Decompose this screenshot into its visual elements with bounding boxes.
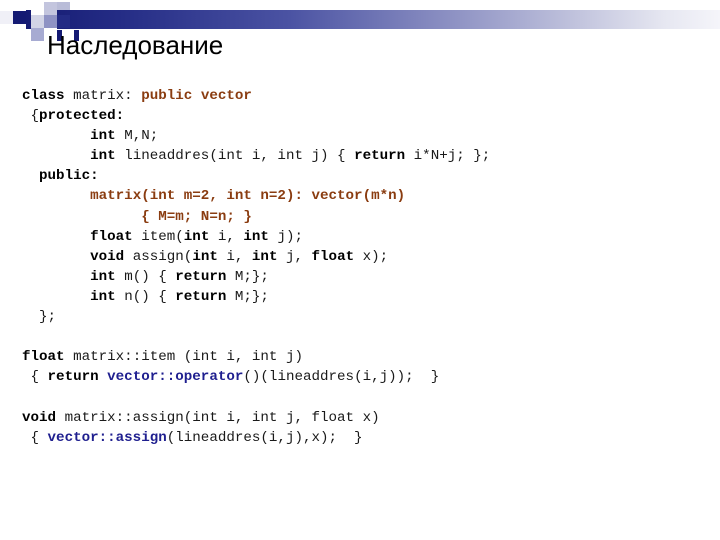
code-span — [22, 168, 39, 184]
code-span: { — [22, 429, 48, 446]
code-span: }; — [22, 309, 57, 326]
code-span: { — [22, 108, 40, 125]
code-span — [22, 188, 90, 204]
code-span: void — [90, 248, 133, 265]
deco-square-light-2 — [57, 2, 70, 10]
code-line: public: — [22, 166, 702, 186]
code-listing: class matrix: public vector {protected: … — [22, 86, 702, 448]
code-span: int — [90, 148, 125, 165]
deco-square-pale-1 — [31, 15, 44, 28]
code-line: { M=m; N=n; } — [22, 207, 702, 227]
code-span: { M=m; N=n; } — [141, 208, 252, 225]
code-span: return — [47, 369, 108, 386]
code-span: i*N+j; }; — [413, 148, 491, 165]
deco-square-dark-2 — [57, 15, 70, 28]
header-gradient-bar — [26, 10, 720, 29]
code-span: matrix::assign(int i, int j, float x) — [64, 409, 380, 426]
code-span: matrix::item (int i, int j) — [73, 349, 303, 366]
code-line: void assign(int i, int j, float x); — [22, 247, 702, 267]
code-span: int — [251, 248, 286, 265]
code-span: return — [175, 268, 235, 285]
code-span: int — [183, 228, 218, 245]
code-span — [22, 229, 90, 245]
code-line: { return vector::operator()(lineaddres(i… — [22, 367, 702, 387]
code-span: int — [90, 128, 125, 145]
code-span: public vector — [141, 88, 252, 104]
code-span: int — [192, 248, 227, 265]
code-line: int lineaddres(int i, int j) { return i*… — [22, 146, 702, 166]
code-span: int — [90, 268, 125, 285]
code-line: class matrix: public vector — [22, 86, 702, 106]
code-line: float item(int i, int j); — [22, 227, 702, 247]
code-line: {protected: — [22, 106, 702, 126]
deco-square-light-1 — [44, 2, 57, 15]
code-span: int — [243, 228, 278, 245]
code-span: float — [311, 248, 363, 265]
code-span: float — [90, 228, 142, 245]
code-span: assign( — [132, 248, 193, 265]
code-span: matrix(int m=2, int n=2): vector(m*n) — [90, 188, 406, 205]
deco-square-mid-1 — [31, 28, 44, 41]
code-span: return — [175, 288, 235, 305]
code-span: i, — [217, 228, 244, 245]
code-span: M,N; — [124, 128, 159, 145]
code-span: M;}; — [234, 268, 269, 285]
code-line: int m() { return M;}; — [22, 267, 702, 287]
deco-square-mid-2 — [44, 15, 57, 28]
code-span — [22, 269, 90, 285]
code-span: matrix: — [73, 88, 142, 104]
code-line: int n() { return M;}; — [22, 287, 702, 307]
code-span — [22, 209, 141, 225]
code-span — [22, 128, 90, 144]
deco-square-dark-1 — [13, 11, 26, 24]
code-span — [22, 148, 90, 164]
code-span: ()(lineaddres(i,j)); } — [243, 369, 440, 386]
code-span: protected: — [39, 108, 125, 125]
code-span: void — [22, 409, 65, 426]
code-span — [22, 249, 90, 265]
code-line: { vector::assign(lineaddres(i,j),x); } — [22, 428, 702, 448]
deco-square-light-left — [0, 11, 13, 24]
deco-square-white-1 — [31, 2, 44, 15]
page-title: Наследование — [47, 30, 224, 60]
code-line: }; — [22, 307, 702, 327]
code-span: class — [22, 88, 74, 104]
code-span: return — [354, 148, 414, 165]
code-span: i, — [226, 248, 252, 265]
code-span: item( — [141, 228, 184, 245]
code-span: lineaddres(int i, int j) { — [124, 148, 355, 165]
code-span: M;}; — [234, 288, 269, 305]
code-span — [22, 289, 90, 305]
code-span: j, — [285, 248, 312, 265]
code-span: (lineaddres(i,j),x); } — [166, 429, 363, 446]
code-span: x); — [362, 248, 389, 265]
code-span: float — [22, 349, 74, 366]
code-line: float matrix::item (int i, int j) — [22, 347, 702, 367]
code-span: { — [22, 369, 48, 386]
code-span: j); — [277, 228, 304, 245]
code-span: m() { — [124, 268, 176, 285]
code-span: vector::operator — [107, 369, 244, 386]
code-span: n() { — [124, 288, 176, 305]
code-line: void matrix::assign(int i, int j, float … — [22, 408, 702, 428]
code-line: int M,N; — [22, 126, 702, 146]
code-span: vector::assign — [47, 429, 167, 446]
code-line: matrix(int m=2, int n=2): vector(m*n) — [22, 186, 702, 206]
code-span: public: — [39, 168, 99, 185]
code-span: int — [90, 288, 125, 305]
